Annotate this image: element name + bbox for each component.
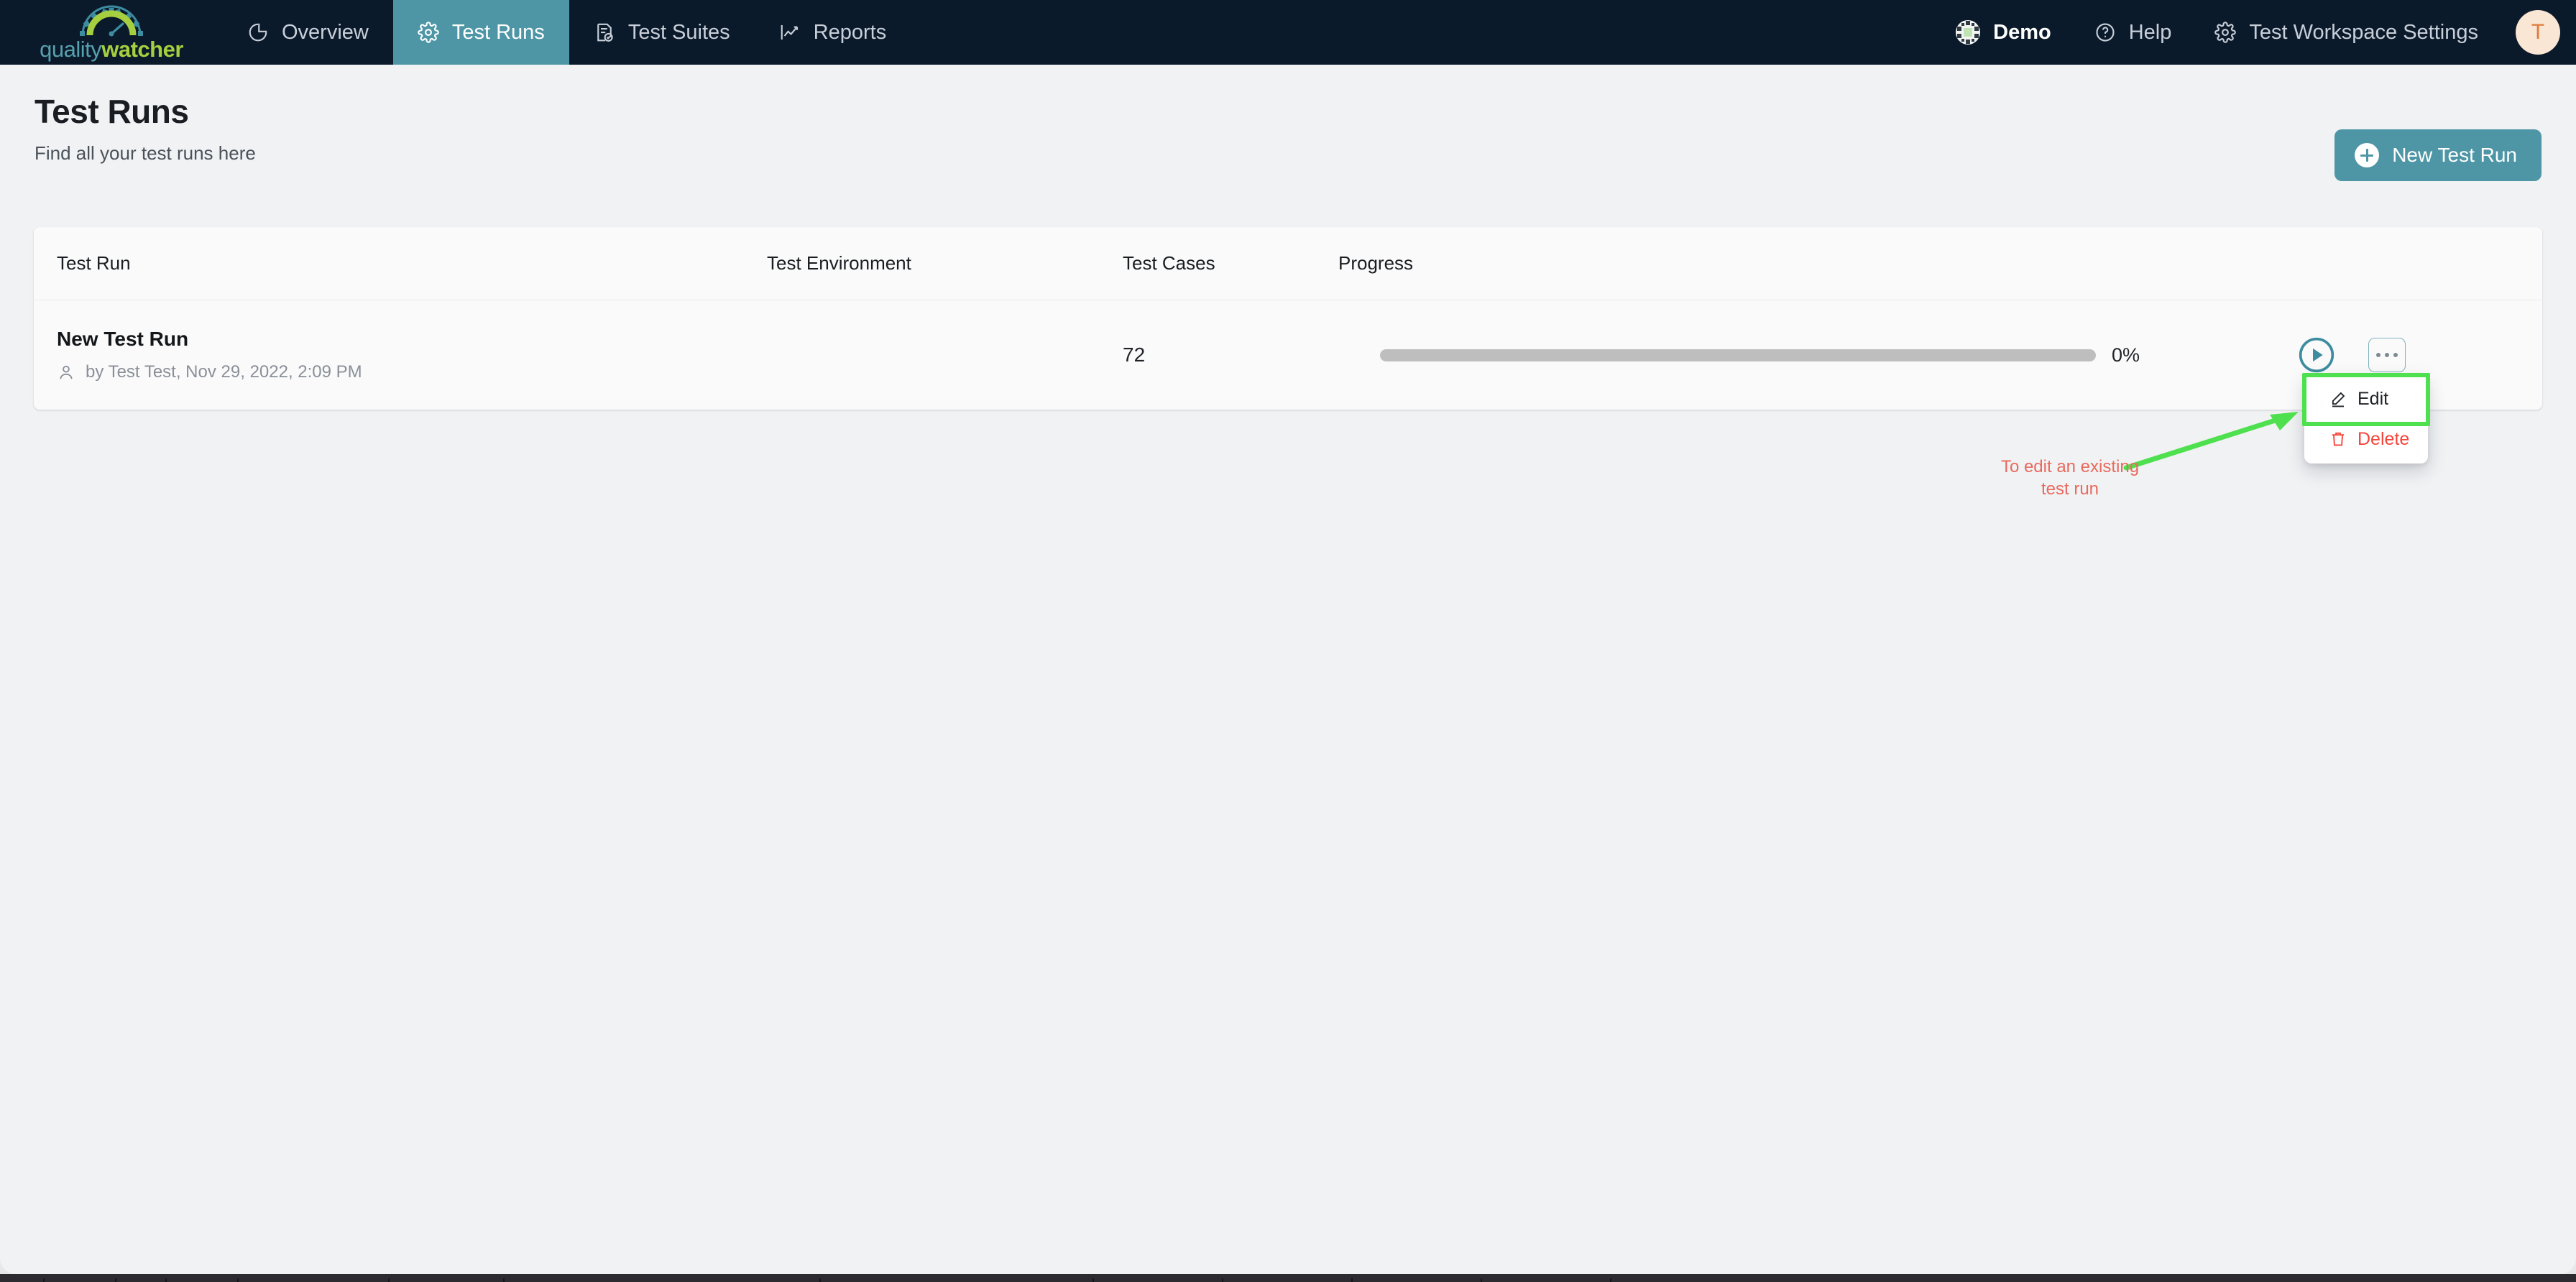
test-run-meta-label: by Test Test, Nov 29, 2022, 2:09 PM [86, 362, 362, 382]
avatar-initial: T [2531, 20, 2545, 44]
desktop-taskbar-edge [0, 1274, 2576, 1282]
nav-item-workspace-settings[interactable]: Test Workspace Settings [2193, 21, 2500, 45]
workspace-identicon [1956, 20, 1981, 45]
top-navigation-bar: qualitywatcher Overview Test Runs Test S… [0, 0, 2576, 65]
logo-word-watcher: watcher [101, 36, 183, 62]
nav-item-workspace-demo[interactable]: Demo [1934, 20, 2073, 45]
cell-actions [2233, 336, 2542, 374]
column-header-test-environment: Test Environment [767, 252, 911, 274]
annotation-line-2: test run [2041, 479, 2099, 499]
annotation-text: To edit an existing test run [1984, 456, 2156, 500]
logo-wordmark: qualitywatcher [40, 38, 183, 60]
nav-label-overview: Overview [282, 20, 369, 44]
page-subtitle: Find all your test runs here [34, 142, 256, 164]
new-test-run-button[interactable]: New Test Run [2334, 129, 2542, 181]
page-title: Test Runs [34, 93, 189, 130]
app-logo[interactable]: qualitywatcher [0, 0, 223, 65]
nav-item-overview[interactable]: Overview [223, 0, 393, 65]
column-header-progress: Progress [1338, 252, 1414, 274]
nav-item-help[interactable]: Help [2073, 21, 2194, 45]
cell-test-run: New Test Run by Test Test, Nov 29, 2022,… [34, 328, 767, 382]
nav-item-test-runs[interactable]: Test Runs [392, 0, 569, 65]
primary-nav: Overview Test Runs Test Suites Reports [223, 0, 911, 65]
table-header-row: Test Run Test Environment Test Cases Pro… [34, 227, 2542, 300]
nav-label-help: Help [2128, 20, 2172, 44]
row-actions-dropdown: Edit Delete [2304, 374, 2428, 464]
annotation-line-1: To edit an existing [2000, 457, 2140, 476]
kebab-dot [2393, 353, 2398, 357]
avatar[interactable]: T [2516, 10, 2560, 55]
dropdown-item-delete[interactable]: Delete [2304, 419, 2428, 459]
document-check-icon [597, 23, 613, 42]
new-test-run-label: New Test Run [2392, 144, 2517, 166]
question-circle-icon [2096, 23, 2115, 42]
plus-circle-icon [2355, 143, 2380, 167]
trash-icon [2332, 432, 2345, 446]
line-chart-icon [781, 25, 798, 40]
user-icon [60, 365, 73, 379]
test-cases-count: 72 [1123, 343, 1146, 366]
column-header-test-run: Test Run [57, 252, 131, 274]
cell-test-cases: 72 [1123, 343, 1338, 366]
gear-icon [418, 22, 439, 43]
run-play-button[interactable] [2298, 336, 2335, 374]
column-header-test-cases: Test Cases [1123, 252, 1215, 274]
logo-word-quality: quality [40, 36, 102, 62]
table-row[interactable]: New Test Run by Test Test, Nov 29, 2022,… [34, 300, 2542, 410]
cell-progress: 0% [1338, 344, 2233, 366]
nav-label-workspace-settings: Test Workspace Settings [2249, 20, 2478, 44]
nav-label-demo: Demo [1993, 20, 2051, 44]
more-options-button[interactable] [2368, 338, 2406, 372]
test-runs-table: Test Run Test Environment Test Cases Pro… [34, 227, 2542, 410]
kebab-dot [2385, 353, 2389, 357]
nav-item-test-suites[interactable]: Test Suites [569, 0, 755, 65]
browser-window: qualitywatcher Overview Test Runs Test S… [0, 0, 2576, 1274]
nav-label-reports: Reports [813, 20, 887, 44]
test-run-name[interactable]: New Test Run [57, 328, 767, 351]
pie-chart-icon [249, 23, 267, 42]
test-run-meta: by Test Test, Nov 29, 2022, 2:09 PM [57, 362, 767, 382]
gear-icon [2214, 22, 2237, 43]
nav-label-test-suites: Test Suites [627, 20, 730, 44]
dropdown-item-edit[interactable]: Edit [2304, 379, 2428, 419]
gauge-icon [80, 5, 143, 36]
kebab-dot [2376, 353, 2380, 357]
progress-percent-label: 0% [2112, 343, 2140, 366]
nav-label-test-runs: Test Runs [451, 20, 545, 44]
progress-bar [1380, 349, 2096, 361]
nav-item-reports[interactable]: Reports [755, 0, 911, 65]
pencil-icon [2332, 392, 2345, 407]
secondary-nav: Demo Help Test Workspace Settings T [1934, 0, 2576, 65]
dropdown-label-delete: Delete [2358, 428, 2410, 449]
dropdown-label-edit: Edit [2358, 388, 2389, 409]
page-header: Test Runs Find all your test runs here [34, 92, 256, 165]
